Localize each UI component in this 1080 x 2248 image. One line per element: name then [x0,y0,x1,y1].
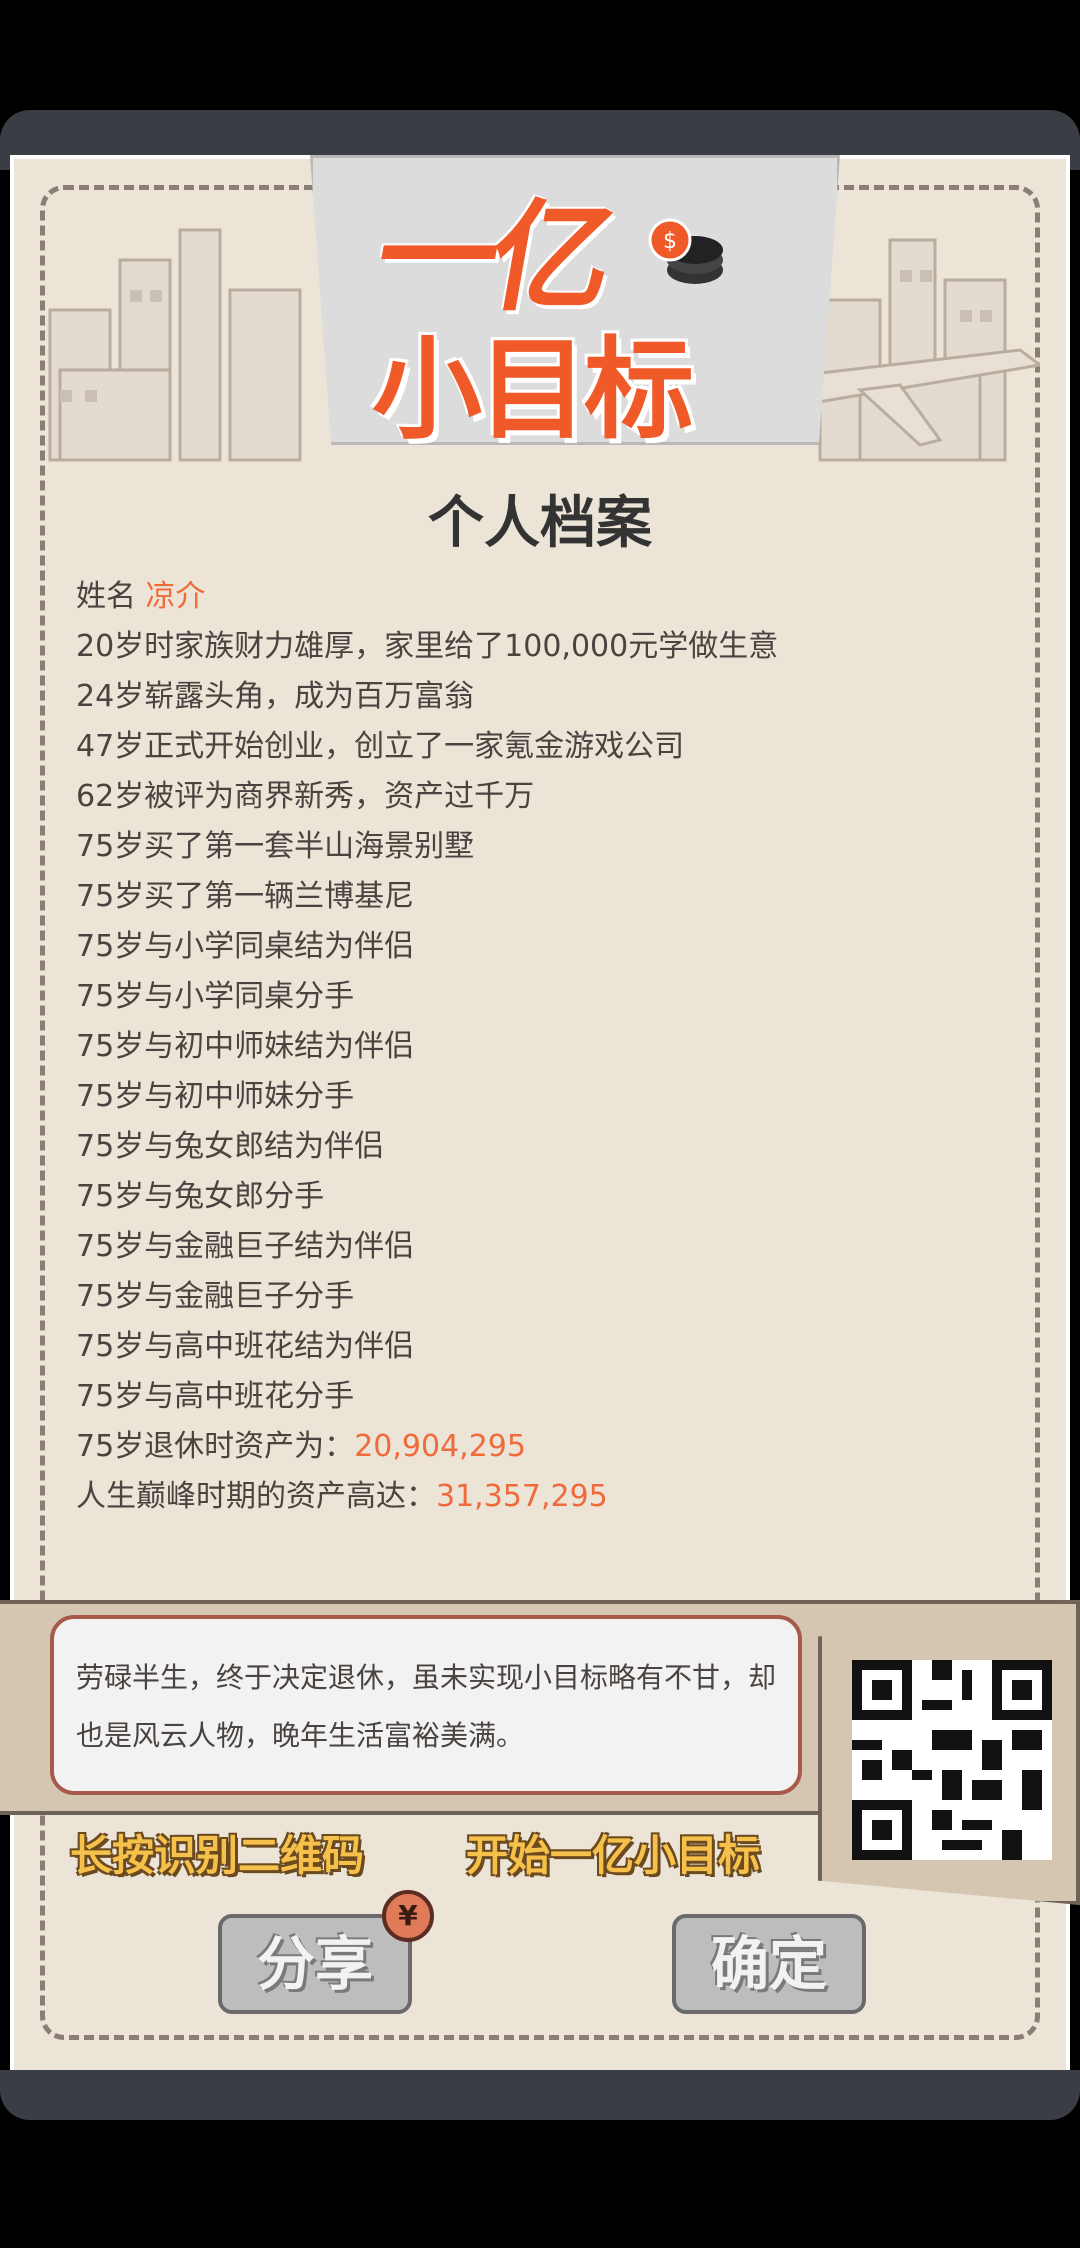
confirm-button[interactable]: 确定 [672,1914,866,2014]
profile-list: 姓名 凉介 20岁时家族财力雄厚，家里给了100,000元学做生意 24岁崭露头… [76,572,1016,1522]
list-item: 75岁与金融巨子分手 [76,1279,355,1314]
list-item: 75岁与小学同桌分手 [76,979,355,1014]
name-row: 姓名 凉介 [76,572,1016,622]
list-item: 24岁崭露头角，成为百万富翁 [76,679,475,714]
svg-text:$: $ [663,229,677,254]
frame-bottom-bar [0,2070,1080,2120]
summary-text: 劳碌半生，终于决定退休，虽未实现小目标略有不甘，却也是风云人物，晚年生活富裕美满… [50,1615,802,1795]
list-item: 75岁与兔女郎分手 [76,1179,325,1214]
list-item: 75岁与小学同桌结为伴侣 [76,929,415,964]
qr-caption-left: 长按识别二维码 [70,1831,365,1880]
list-item: 75岁买了第一套半山海景别墅 [76,829,475,864]
peak-assets-value: 31,357,295 [436,1479,608,1514]
peak-assets-label: 人生巅峰时期的资产高达： [76,1479,436,1514]
page-title: 个人档案 [428,491,652,556]
retire-assets-value: 20,904,295 [354,1429,526,1464]
name-value: 凉介 [145,579,206,614]
retire-assets-label: 75岁退休时资产为： [76,1429,355,1464]
list-item: 75岁与兔女郎结为伴侣 [76,1129,385,1164]
share-button[interactable]: 分享 [218,1914,412,2014]
retire-assets-row: 75岁退休时资产为：20,904,295 [76,1422,1016,1472]
list-item: 75岁与初中师妹分手 [76,1079,355,1114]
list-item: 75岁与金融巨子结为伴侣 [76,1229,415,1264]
yen-coin-icon: ¥ [382,1890,434,1942]
list-item: 20岁时家族财力雄厚，家里给了100,000元学做生意 [76,629,779,664]
list-item: 75岁与高中班花结为伴侣 [76,1329,415,1364]
name-label: 姓名 [76,579,136,614]
list-item: 75岁与高中班花分手 [76,1379,355,1414]
logo-title-line2: 小目标 [372,326,694,454]
list-item: 75岁与初中师妹结为伴侣 [76,1029,415,1064]
peak-assets-row: 人生巅峰时期的资产高达：31,357,295 [76,1472,1016,1522]
list-item: 62岁被评为商界新秀，资产过千万 [76,779,535,814]
qr-code-icon[interactable] [852,1660,1052,1860]
list-item: 47岁正式开始创业，创立了一家氪金游戏公司 [76,729,685,764]
list-item: 75岁买了第一辆兰博基尼 [76,879,415,914]
qr-caption-right: 开始一亿小目标 [466,1831,761,1880]
coins-icon: $ [648,218,723,284]
